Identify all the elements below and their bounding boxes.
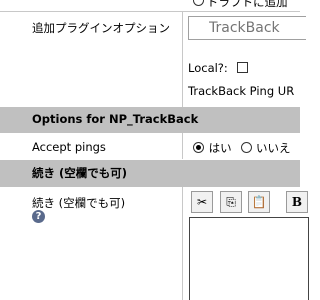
accept-pings-no-radio[interactable]	[241, 142, 253, 153]
editor-toolbar: ✂ ⎘ 📋 B	[190, 191, 308, 215]
divider	[0, 11, 300, 12]
local-label: Local?:	[188, 61, 228, 75]
continuation-section-title: 続き (空欄でも可)	[32, 166, 128, 180]
accept-pings-yes-label: はい	[208, 141, 232, 155]
accept-pings-label: Accept pings	[32, 140, 106, 154]
copy-icon[interactable]: ⎘	[220, 191, 242, 213]
accept-pings-options: はい いいえ	[193, 140, 290, 156]
bold-icon[interactable]: B	[286, 191, 308, 213]
trackback-ping-url-label: TrackBack Ping UR	[188, 84, 295, 98]
trackback-url-input[interactable]	[188, 16, 306, 40]
column-divider	[182, 187, 183, 300]
draft-radio[interactable]	[193, 0, 204, 6]
continuation-label: 続き (空欄でも可)	[32, 196, 126, 210]
accept-pings-yes-radio[interactable]	[193, 142, 204, 153]
continuation-textarea[interactable]	[189, 217, 309, 300]
help-icon[interactable]: ?	[32, 210, 45, 223]
paste-icon[interactable]: 📋	[248, 191, 270, 213]
np-trackback-section-title: Options for NP_TrackBack	[32, 112, 199, 126]
cut-icon[interactable]: ✂	[191, 191, 213, 213]
draft-label: ドラフトに追加	[207, 0, 288, 9]
local-row: Local?:	[188, 61, 249, 75]
column-divider	[182, 133, 183, 159]
np-trackback-section-header: Options for NP_TrackBack	[0, 107, 300, 133]
plugin-options-label: 追加プラグインオプション	[32, 21, 170, 35]
continuation-section-header: 続き (空欄でも可)	[0, 160, 300, 187]
accept-pings-no-label: いいえ	[255, 141, 291, 155]
column-divider	[182, 12, 183, 107]
local-checkbox[interactable]	[237, 62, 249, 73]
draft-row: ドラフトに追加	[0, 0, 300, 9]
